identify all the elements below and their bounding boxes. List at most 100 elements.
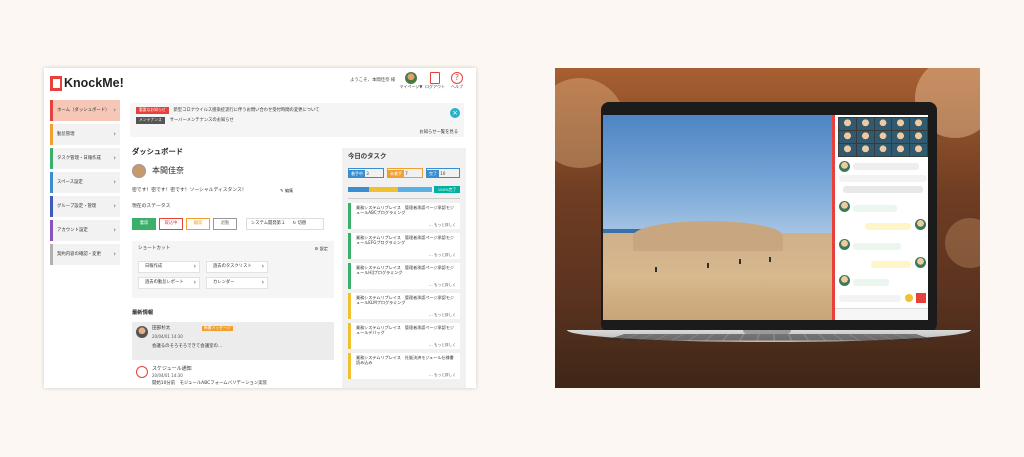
counter-label: 完了: [427, 170, 439, 178]
status-button-away[interactable]: 離席: [186, 218, 210, 230]
task-text: 業務システムリプレイス 管理者承認ページ承認モジュールデバッグ: [356, 325, 454, 335]
sidebar-item-label: グループ設定・管理: [57, 204, 97, 209]
shortcut-item[interactable]: 過去のタスクリスト: [206, 261, 268, 273]
status-message: 密です！密です！密です！ソーシャルディスタンス！: [132, 188, 247, 193]
task-item[interactable]: 業務システムリプレイス 管理者承認ページ承認モジュールEFGプログラミング … も…: [348, 233, 460, 259]
status-button-busy[interactable]: 取込中: [159, 218, 183, 230]
avatar: [915, 219, 926, 230]
help-icon: ?: [451, 72, 463, 84]
avatar: [839, 275, 850, 286]
divider: [348, 198, 460, 199]
chat-bubble: [865, 223, 911, 230]
counter-value: 3: [366, 171, 369, 176]
avatar: [839, 161, 850, 172]
news-item[interactable]: 田部杉太 新着メッセージ 20/04/01 14:30 会議るのそろそろできて会…: [132, 322, 334, 360]
switch-button[interactable]: ↻ 切替: [293, 221, 307, 226]
sidebar-item-account[interactable]: アカウント設定: [50, 220, 120, 241]
emoji-icon[interactable]: [905, 294, 913, 302]
notice-text: サーバーメンテナンスのお知らせ: [169, 117, 234, 123]
counter-value: 10: [440, 171, 446, 176]
counter-done[interactable]: 完了 10: [426, 168, 460, 178]
task-more-link[interactable]: … もっと詳しく: [429, 343, 456, 347]
system-field-value: システム開発第１: [251, 221, 286, 226]
sidebar-item-label: ホーム（ダッシュボード）: [57, 108, 110, 113]
task-item[interactable]: 業務システムリプレイス 管理者承認ページ承認モジュールHIJプログラミング … も…: [348, 263, 460, 289]
progress-bar: [348, 187, 432, 192]
sidebar-item-label: アカウント設定: [57, 228, 88, 233]
dashboard-title: ダッシュボード: [132, 147, 184, 156]
task-more-link[interactable]: … もっと詳しく: [429, 313, 456, 317]
help-label: ヘルプ: [451, 84, 463, 89]
help-button[interactable]: ? ヘルプ: [442, 72, 472, 90]
door-logo-icon: [50, 75, 62, 91]
task-more-link[interactable]: … もっと詳しく: [429, 223, 456, 227]
task-more-link[interactable]: … もっと詳しく: [429, 373, 456, 377]
shortcut-item[interactable]: カレンダー: [206, 277, 268, 289]
chat-bubble: [871, 261, 911, 268]
chat-input[interactable]: [839, 295, 901, 302]
task-item[interactable]: 業務システムリプレイス 管理者承認ページ承認モジュールKLMプログラミング … も…: [348, 293, 460, 319]
status-button-leave[interactable]: 退勤: [213, 218, 237, 230]
shortcut-panel: ショートカット ⚙ 設定 日報作成 過去のタスクリスト 過去の勤怠レポート カレ…: [132, 241, 334, 298]
task-more-link[interactable]: … もっと詳しく: [429, 253, 456, 257]
task-text: 業務システムリプレイス 管理者承認ページ承認モジュールEFGプログラミング: [356, 235, 454, 245]
avatar: [132, 164, 146, 178]
counter-value: 7: [405, 171, 408, 176]
avatar: [839, 239, 850, 250]
task-item[interactable]: 業務システムリプレイス 管理者承認ページ承認モジュールデバッグ … もっと詳しく: [348, 323, 460, 349]
shortcut-item[interactable]: 日報作成: [138, 261, 200, 273]
task-item[interactable]: 業務システムリプレイス 社販決済モジュール仕様書読み込み … もっと詳しく: [348, 353, 460, 379]
logout-icon: [430, 72, 440, 84]
avatar: [839, 201, 850, 212]
edit-button[interactable]: ✎ 編集: [280, 188, 293, 193]
laptop-photo: [555, 68, 980, 388]
task-text: 業務システムリプレイス 管理者承認ページ承認モジュールKLMプログラミング: [356, 295, 454, 305]
status-button-present[interactable]: 着席: [132, 218, 156, 230]
news-item[interactable]: スケジュール通知 20/04/01 14:30 開始10分前 モジュールABCフ…: [132, 362, 334, 388]
tasks-title: 今日のタスク: [348, 152, 387, 160]
app-header: KnockMe! ようこそ、本間佳奈 様 マイページ▼ ログアウト ? ヘルプ: [44, 68, 476, 98]
sidebar-item-attendance[interactable]: 勤怠管理: [50, 124, 120, 145]
close-icon[interactable]: ×: [450, 108, 460, 118]
news-badge: 新着メッセージ: [202, 325, 233, 331]
task-more-link[interactable]: … もっと詳しく: [429, 283, 456, 287]
progress-segment: [369, 187, 399, 192]
today-tasks-panel: 今日のタスク 着手中 3 未着手 7 完了 10 100%完了 業務システムリプ…: [342, 148, 466, 388]
chat-bubble: [853, 205, 897, 212]
member-grid: [838, 117, 928, 157]
sidebar-item-space[interactable]: スペース設定: [50, 172, 120, 193]
sidebar-item-home[interactable]: ホーム（ダッシュボード）: [50, 100, 120, 121]
notice-tag: 重要なお知らせ: [136, 107, 169, 114]
avatar-icon: [405, 72, 417, 84]
laptop-screen: [603, 115, 928, 320]
task-text: 業務システムリプレイス 管理者承認ページ承認モジュールHIJプログラミング: [356, 265, 454, 275]
counter-not-started[interactable]: 未着手 7: [387, 168, 423, 178]
shortcut-item[interactable]: 過去の勤怠レポート: [138, 277, 200, 289]
task-text: 業務システムリプレイス 管理者承認ページ承認モジュールABCプログラミング: [356, 205, 454, 215]
clock-icon: [136, 366, 148, 378]
sky: [603, 115, 832, 235]
send-icon[interactable]: [916, 293, 926, 303]
sidebar-item-group[interactable]: グループ設定・管理: [50, 196, 120, 217]
person-figure: [769, 257, 771, 262]
task-item[interactable]: 業務システムリプレイス 管理者承認ページ承認モジュールABCプログラミング … も…: [348, 203, 460, 229]
notice-item[interactable]: 重要なお知らせ 新型コロナウイルス感染症流行に伴うお問い合わせ受付時間の変更につ…: [136, 107, 319, 114]
chat-panel: [832, 115, 928, 320]
task-text: 業務システムリプレイス 社販決済モジュール仕様書読み込み: [356, 355, 454, 365]
chat-bubble: [853, 279, 889, 286]
system-field[interactable]: システム開発第１ ↻ 切替: [246, 218, 324, 230]
notice-item[interactable]: メンテナンス サーバーメンテナンスのお知らせ: [136, 117, 234, 124]
shortcut-settings[interactable]: ⚙ 設定: [315, 246, 328, 251]
user-card: 本間佳奈: [132, 164, 184, 178]
sidebar-item-tasks[interactable]: タスク管理・日報作成: [50, 148, 120, 169]
notice-more-link[interactable]: お知らせ一覧を見る: [419, 130, 458, 135]
switch-label: 切替: [297, 221, 307, 226]
sidebar-item-label: 勤怠管理: [57, 132, 75, 137]
user-name: 本間佳奈: [152, 166, 184, 176]
news-date: 20/04/01 14:30: [152, 373, 183, 378]
person-figure: [707, 263, 709, 268]
sidebar-item-contract[interactable]: 契約内容の確認・変更: [50, 244, 120, 265]
counter-in-progress[interactable]: 着手中 3: [348, 168, 384, 178]
logo-text: KnockMe!: [64, 75, 124, 90]
logo[interactable]: KnockMe!: [50, 74, 124, 92]
